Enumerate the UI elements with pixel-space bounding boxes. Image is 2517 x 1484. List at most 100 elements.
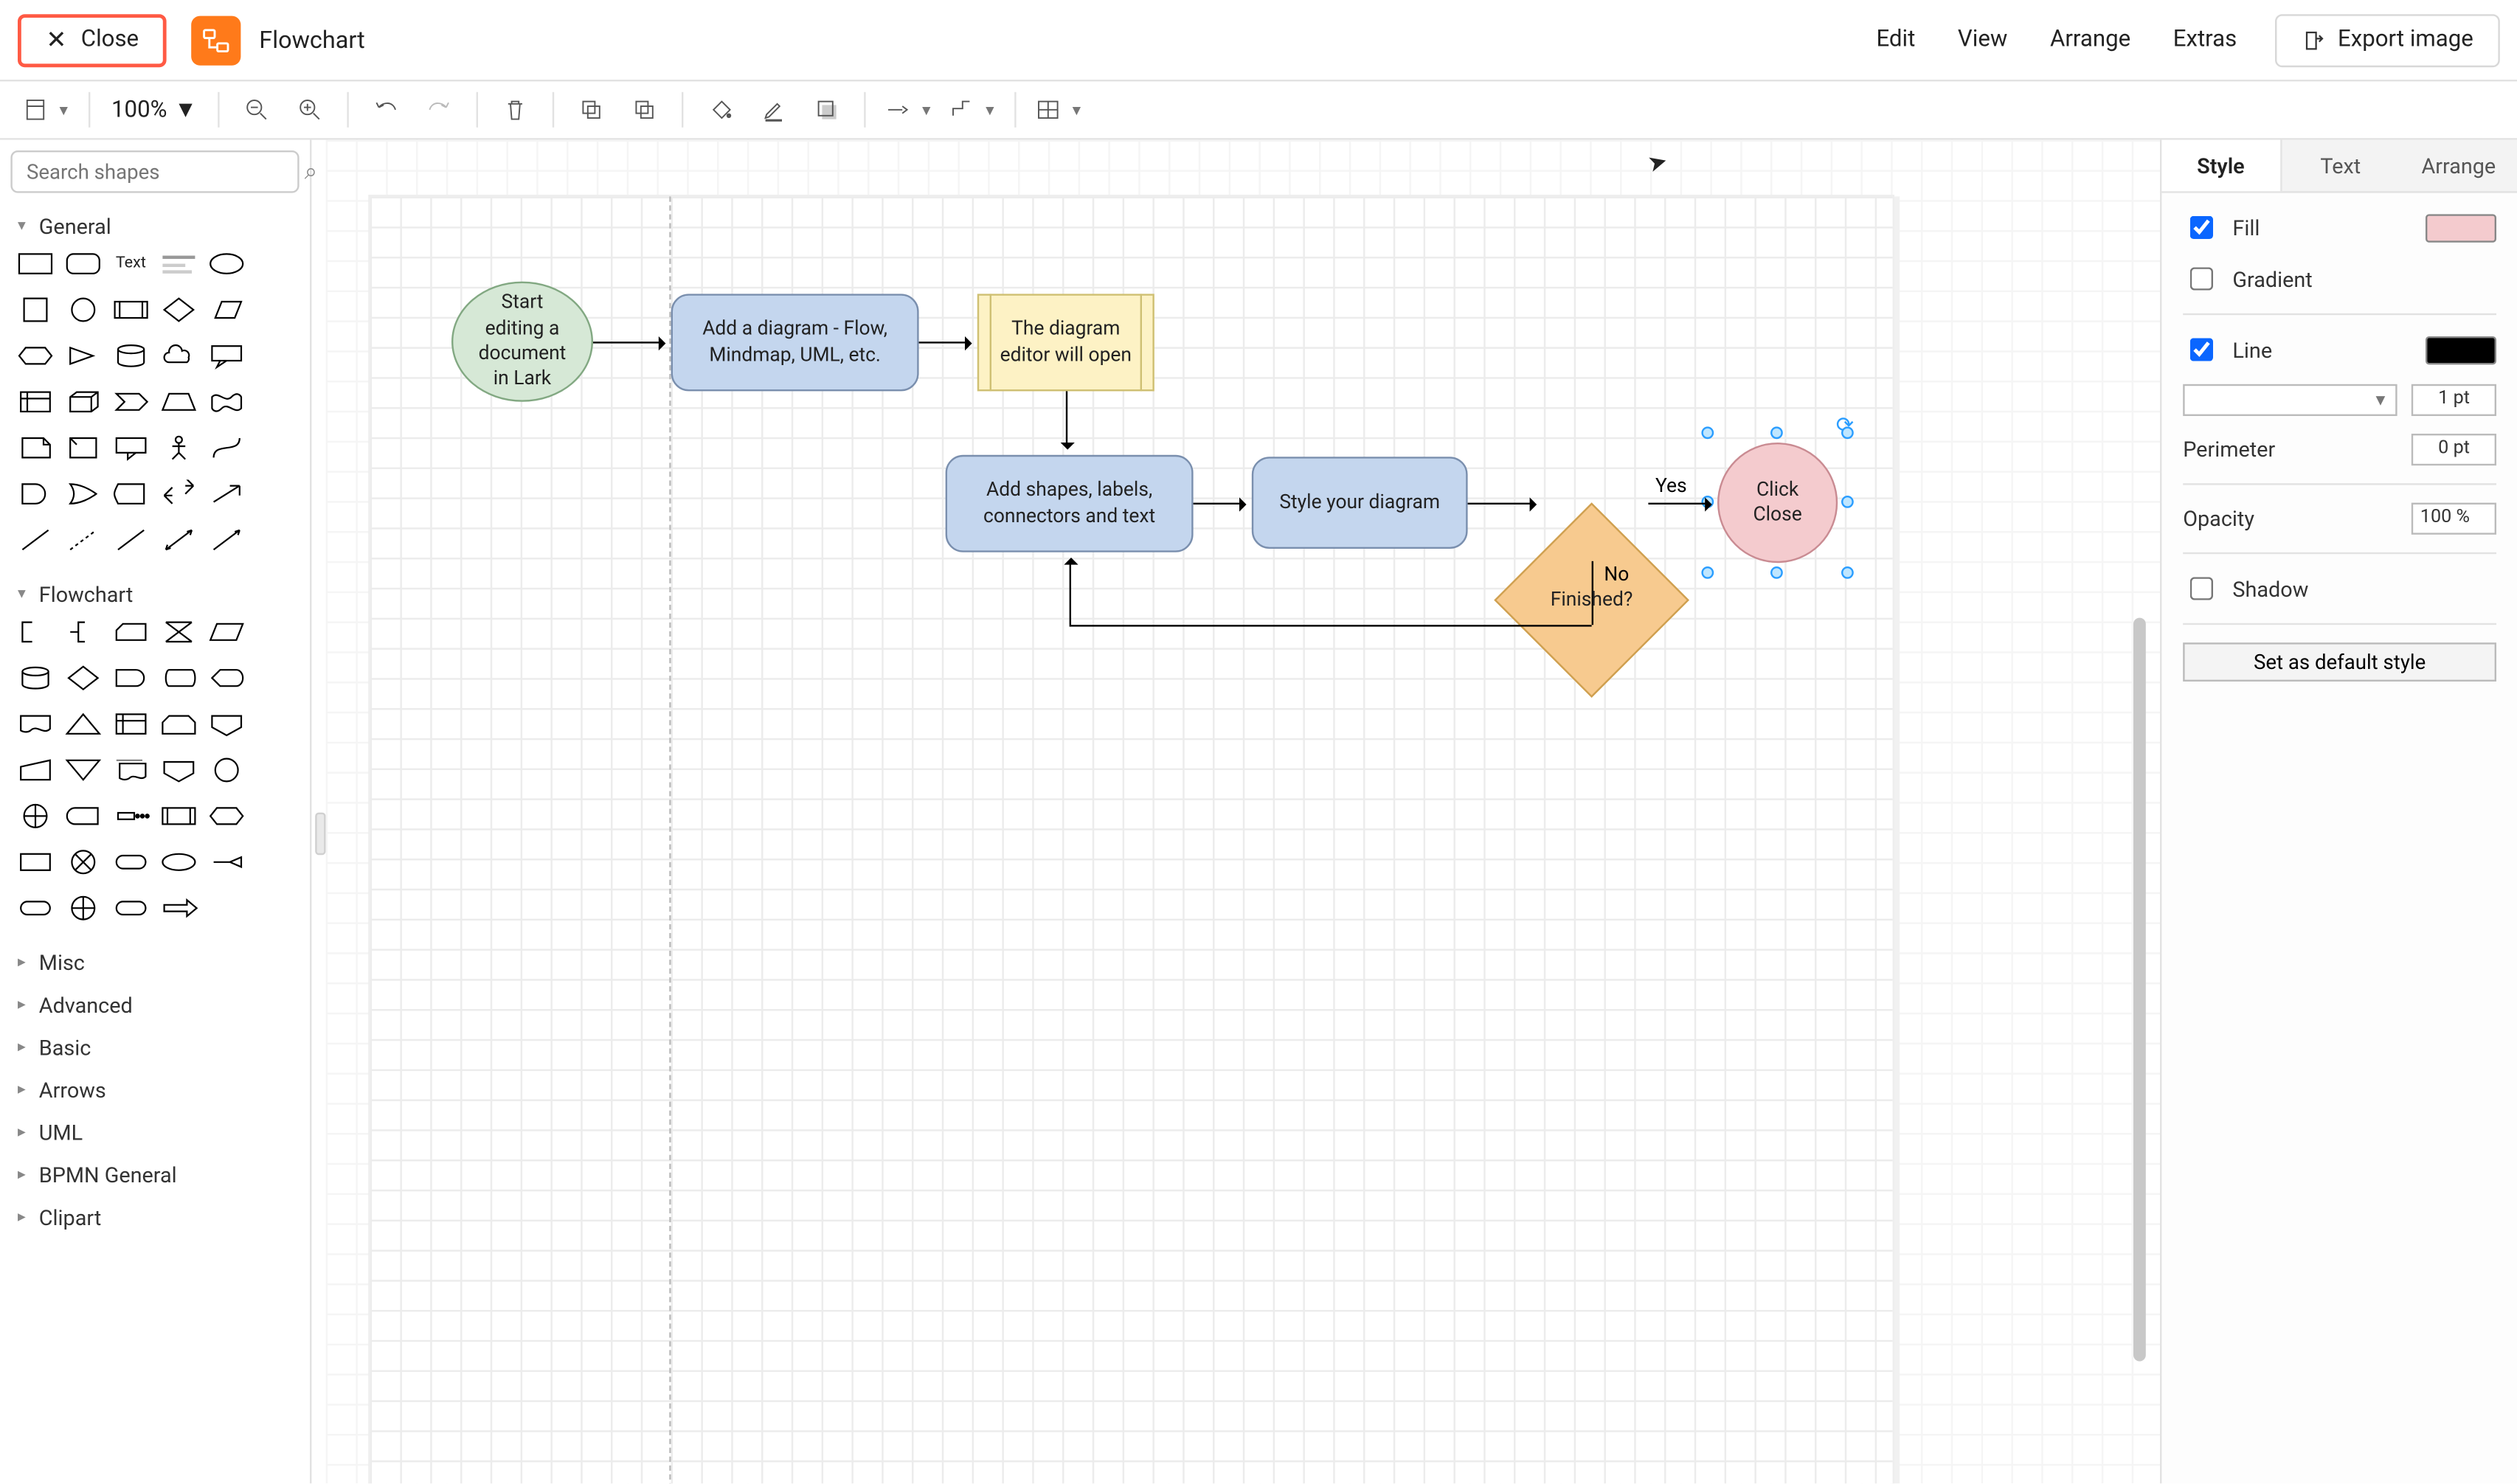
fc-offpage[interactable]: [207, 707, 248, 742]
edge[interactable]: [1070, 559, 1071, 625]
zoom-display[interactable]: 100% ▼: [101, 96, 208, 124]
search-shapes[interactable]: ⌕: [10, 150, 299, 193]
shape-cube[interactable]: [62, 384, 103, 420]
shape-round-rect[interactable]: [62, 246, 103, 282]
category-advanced[interactable]: ▸Advanced: [0, 982, 310, 1025]
node-finished[interactable]: Finished?: [1523, 531, 1661, 669]
fc-offpage2[interactable]: [159, 752, 200, 788]
fc-start[interactable]: [111, 845, 152, 880]
fc-multidoc[interactable]: [111, 752, 152, 788]
to-back-button[interactable]: [618, 83, 671, 136]
shape-line[interactable]: [14, 522, 55, 558]
edge[interactable]: [1066, 391, 1067, 448]
fc-connector[interactable]: [207, 752, 248, 788]
node-editor-open[interactable]: The diagram editor will open: [977, 294, 1154, 391]
gradient-checkbox[interactable]: [2190, 267, 2213, 290]
resize-handle[interactable]: [1701, 566, 1714, 579]
fc-delay[interactable]: [111, 660, 152, 696]
resize-handle[interactable]: [1770, 426, 1783, 439]
shape-triangle[interactable]: [62, 338, 103, 373]
zoom-in-button[interactable]: [284, 83, 337, 136]
fc-predefined[interactable]: [159, 798, 200, 833]
fill-color-button[interactable]: [694, 83, 747, 136]
fc-database[interactable]: [14, 660, 55, 696]
fc-sum[interactable]: [207, 845, 248, 880]
line-style-select[interactable]: ▼: [2183, 384, 2397, 416]
shape-curve[interactable]: [207, 430, 248, 465]
resize-handle[interactable]: [1701, 426, 1714, 439]
fc-decision[interactable]: [62, 660, 103, 696]
shape-trapezoid[interactable]: [159, 384, 200, 420]
menu-extras[interactable]: Extras: [2152, 27, 2258, 53]
fc-tape[interactable]: [62, 798, 103, 833]
fc-directdata[interactable]: [159, 660, 200, 696]
fc-transfer2[interactable]: [159, 890, 200, 926]
shape-dashed-line[interactable]: [62, 522, 103, 558]
line-width-input[interactable]: 1 pt: [2412, 384, 2496, 416]
set-default-style-button[interactable]: Set as default style: [2183, 642, 2496, 682]
canvas[interactable]: Start editing a document in Lark Add a d…: [326, 140, 2160, 1484]
shape-bidir-line[interactable]: [159, 522, 200, 558]
shape-text[interactable]: Text: [111, 246, 152, 282]
edge[interactable]: [593, 341, 664, 343]
shape-hexagon[interactable]: [14, 338, 55, 373]
fc-extract[interactable]: [62, 707, 103, 742]
edge[interactable]: [1468, 503, 1535, 505]
edge[interactable]: [1194, 503, 1245, 505]
node-add-diagram[interactable]: Add a diagram - Flow, Mindmap, UML, etc.: [671, 294, 919, 391]
category-basic[interactable]: ▸Basic: [0, 1025, 310, 1068]
shape-callout-rect[interactable]: [111, 430, 152, 465]
shape-line2[interactable]: [111, 522, 152, 558]
undo-button[interactable]: [360, 83, 413, 136]
node-add-shapes[interactable]: Add shapes, labels, connectors and text: [946, 455, 1194, 552]
edge[interactable]: [1648, 503, 1710, 505]
line-checkbox[interactable]: [2190, 338, 2213, 361]
perimeter-input[interactable]: 0 pt: [2412, 434, 2496, 465]
tab-style[interactable]: Style: [2161, 140, 2281, 192]
shape-textbox[interactable]: [159, 246, 200, 282]
shape-and[interactable]: [14, 476, 55, 512]
fc-or[interactable]: [14, 798, 55, 833]
page-setup-button[interactable]: ▼: [14, 83, 77, 136]
close-button[interactable]: ✕ Close: [18, 13, 167, 66]
waypoint-style-button[interactable]: ▼: [941, 83, 1004, 136]
export-image-button[interactable]: Export image: [2276, 13, 2500, 66]
line-color-button[interactable]: [747, 83, 800, 136]
resize-handle[interactable]: [1841, 426, 1854, 439]
shape-note[interactable]: [14, 430, 55, 465]
canvas-scrollbar[interactable]: [2133, 618, 2146, 1362]
menu-arrange[interactable]: Arrange: [2029, 27, 2152, 53]
shape-arrow[interactable]: [207, 476, 248, 512]
edge[interactable]: [919, 341, 971, 343]
fill-color-swatch[interactable]: [2426, 213, 2496, 241]
shape-process[interactable]: [111, 292, 152, 327]
fc-merge[interactable]: [62, 752, 103, 788]
shape-parallelogram[interactable]: [207, 292, 248, 327]
fc-annotation[interactable]: [14, 614, 55, 650]
shadow-checkbox[interactable]: [2190, 577, 2213, 600]
resize-handle[interactable]: [1841, 496, 1854, 508]
connection-style-button[interactable]: ▼: [877, 83, 941, 136]
panel-resize-handle[interactable]: [311, 140, 325, 1484]
fc-process[interactable]: [14, 845, 55, 880]
search-input[interactable]: [23, 158, 305, 186]
fc-display[interactable]: [207, 660, 248, 696]
fc-terminator2[interactable]: [111, 890, 152, 926]
tab-text[interactable]: Text: [2282, 140, 2400, 192]
edge[interactable]: [1070, 625, 1592, 626]
node-start[interactable]: Start editing a document in Lark: [451, 282, 593, 402]
shape-callout[interactable]: [207, 338, 248, 373]
shape-card[interactable]: [62, 430, 103, 465]
redo-button[interactable]: [413, 83, 466, 136]
shape-ellipse[interactable]: [207, 246, 248, 282]
fc-terminator[interactable]: [14, 890, 55, 926]
insert-table-button[interactable]: ▼: [1027, 83, 1090, 136]
resize-handle[interactable]: [1841, 566, 1854, 579]
zoom-out-button[interactable]: [231, 83, 284, 136]
to-front-button[interactable]: [565, 83, 618, 136]
category-arrows[interactable]: ▸Arrows: [0, 1067, 310, 1110]
fc-summing[interactable]: [62, 890, 103, 926]
shape-or[interactable]: [62, 476, 103, 512]
fc-annotation2[interactable]: [62, 614, 103, 650]
fc-collate[interactable]: [159, 614, 200, 650]
